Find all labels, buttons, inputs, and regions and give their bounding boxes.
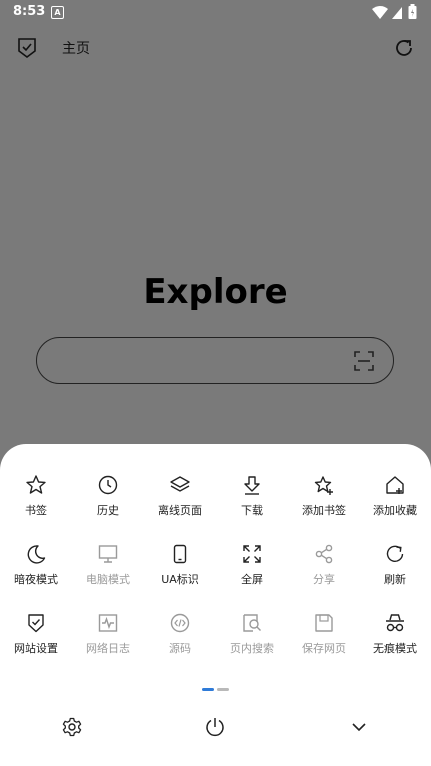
menu-label: 网络日志	[86, 642, 130, 655]
monitor-icon	[98, 545, 118, 563]
menu-label: 下载	[241, 504, 263, 517]
menu-item-refresh[interactable]: 刷新	[359, 543, 431, 587]
pulse-icon	[98, 614, 118, 632]
menu-label: 刷新	[384, 573, 406, 586]
star-icon	[26, 475, 46, 494]
menu-item-save-page[interactable]: 保存网页	[288, 612, 360, 656]
clock-icon	[98, 475, 118, 495]
menu-item-download[interactable]: 下载	[216, 474, 288, 518]
phone-icon	[173, 544, 187, 564]
menu-item-offline-pages[interactable]: 离线页面	[144, 474, 216, 518]
reload-icon[interactable]	[392, 36, 416, 60]
wifi-icon	[372, 6, 388, 19]
moon-icon	[27, 545, 46, 564]
menu-label: 源码	[169, 642, 191, 655]
menu-row: 网站设置 网络日志 源码 页内搜索 保存网页 无痕模式	[0, 612, 431, 672]
home-plus-icon	[386, 476, 404, 494]
menu-label: 添加收藏	[373, 504, 417, 517]
page-dot[interactable]	[217, 688, 229, 691]
menu-label: 网站设置	[14, 642, 58, 655]
notification-icon: A	[51, 6, 64, 19]
menu-item-add-favorite[interactable]: 添加收藏	[359, 474, 431, 518]
menu-item-find-in-page[interactable]: 页内搜索	[216, 612, 288, 656]
menu-item-incognito[interactable]: 无痕模式	[359, 612, 431, 656]
menu-label: 全屏	[241, 573, 263, 586]
explore-title: Explore	[143, 272, 288, 312]
gear-icon[interactable]	[61, 716, 83, 738]
menu-sheet: 书签 历史 离线页面 下载 添加书签 添加收藏 暗夜模式 电脑模式 UA标识 全…	[0, 444, 431, 766]
shield-check-icon	[28, 614, 44, 633]
shield-icon[interactable]	[15, 36, 39, 60]
menu-item-history[interactable]: 历史	[72, 474, 144, 518]
layers-icon	[170, 476, 190, 492]
menu-label: 电脑模式	[86, 573, 130, 586]
share-icon	[315, 544, 333, 564]
menu-item-user-agent[interactable]: UA标识	[144, 543, 216, 587]
menu-item-network-log[interactable]: 网络日志	[72, 612, 144, 656]
status-time: 8:53	[13, 4, 46, 19]
refresh-icon	[386, 545, 404, 562]
power-icon[interactable]	[204, 716, 226, 738]
menu-label: 书签	[25, 504, 47, 517]
star-plus-icon	[314, 476, 333, 495]
menu-item-share[interactable]: 分享	[288, 543, 360, 587]
menu-row: 暗夜模式 电脑模式 UA标识 全屏 分享 刷新	[0, 543, 431, 603]
page-search-icon	[243, 614, 261, 632]
status-bar: 8:53 A	[0, 0, 431, 24]
menu-label: 添加书签	[302, 504, 346, 517]
menu-item-fullscreen[interactable]: 全屏	[216, 543, 288, 587]
menu-item-bookmarks[interactable]: 书签	[0, 474, 72, 518]
menu-label: 历史	[97, 504, 119, 517]
menu-item-desktop-mode[interactable]: 电脑模式	[72, 543, 144, 587]
menu-label: 分享	[313, 573, 335, 586]
menu-item-source-code[interactable]: 源码	[144, 612, 216, 656]
top-bar: 主页	[0, 24, 431, 72]
page-title: 主页	[62, 41, 90, 57]
search-input[interactable]	[36, 337, 394, 384]
fullscreen-icon	[243, 545, 261, 563]
code-icon	[170, 613, 190, 633]
signal-icon	[392, 7, 402, 19]
menu-item-night-mode[interactable]: 暗夜模式	[0, 543, 72, 587]
menu-label: UA标识	[161, 573, 199, 586]
page-dot-active[interactable]	[202, 688, 214, 691]
chevron-down-icon[interactable]	[348, 716, 370, 738]
save-icon	[315, 614, 333, 632]
menu-label: 保存网页	[302, 642, 346, 655]
battery-icon	[408, 4, 417, 19]
menu-label: 暗夜模式	[14, 573, 58, 586]
menu-row: 书签 历史 离线页面 下载 添加书签 添加收藏	[0, 474, 431, 534]
download-icon	[244, 476, 260, 495]
menu-item-add-bookmark[interactable]: 添加书签	[288, 474, 360, 518]
menu-item-site-settings[interactable]: 网站设置	[0, 612, 72, 656]
incognito-icon	[386, 614, 404, 632]
scan-icon[interactable]	[353, 350, 375, 372]
menu-label: 无痕模式	[373, 642, 417, 655]
menu-label: 页内搜索	[230, 642, 274, 655]
menu-label: 离线页面	[158, 504, 202, 517]
